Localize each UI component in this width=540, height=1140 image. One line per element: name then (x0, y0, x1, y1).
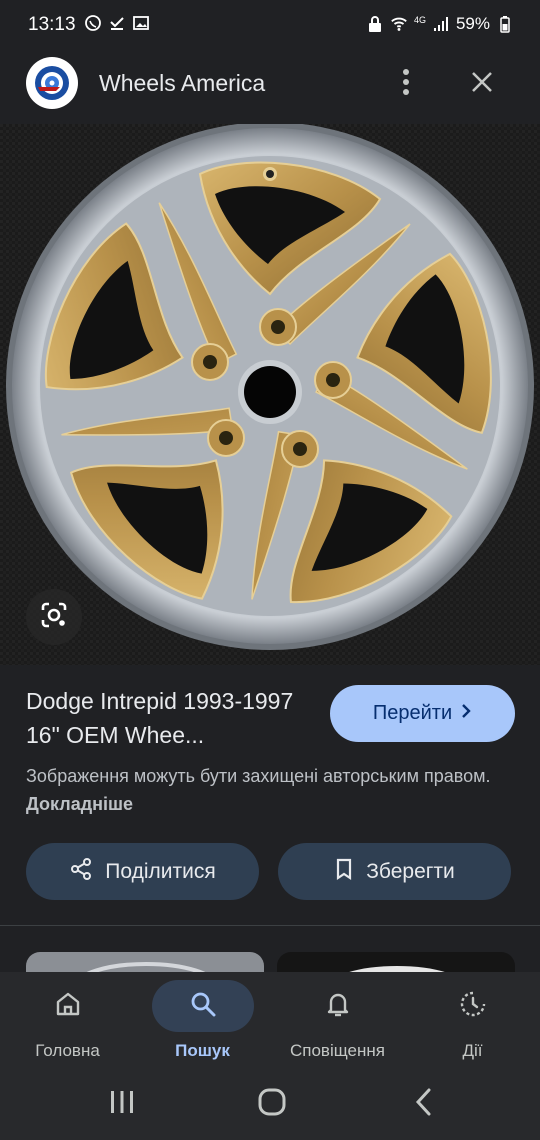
nav-item-activity[interactable]: Дії (405, 972, 540, 1070)
search-icon (188, 989, 218, 1024)
nav-item-search[interactable]: Пошук (135, 972, 270, 1070)
close-button[interactable] (462, 64, 502, 104)
system-navigation-bar (0, 1070, 540, 1140)
recent-apps-button[interactable] (92, 1084, 152, 1124)
recent-apps-icon (108, 1089, 136, 1120)
divider (0, 925, 540, 926)
source-header: Wheels America (0, 52, 540, 124)
save-button[interactable]: Зберегти (278, 843, 511, 900)
visit-button[interactable]: Перейти (330, 685, 515, 742)
share-button[interactable]: Поділитися (26, 843, 259, 900)
nav-label-activity: Дії (462, 1041, 483, 1060)
viber-icon (84, 14, 102, 32)
nav-item-home[interactable]: Головна (0, 972, 135, 1070)
more-vert-icon (402, 68, 410, 101)
close-icon (470, 70, 494, 99)
back-button[interactable] (394, 1084, 454, 1124)
bell-icon (323, 989, 353, 1024)
copyright-notice: Зображення можуть бути захищені авторськ… (26, 762, 516, 818)
home-icon (53, 989, 83, 1024)
share-label: Поділитися (105, 859, 216, 883)
network-type: 4G (413, 15, 426, 25)
download-done-icon (108, 14, 126, 32)
bookmark-icon (334, 857, 354, 887)
google-lens-button[interactable] (26, 589, 82, 645)
result-image[interactable] (0, 124, 540, 665)
status-time: 13:13 (28, 14, 76, 35)
chevron-right-icon (460, 702, 472, 725)
system-status-icons: 4G 59% (366, 14, 514, 34)
nav-item-notifications[interactable]: Сповіщення (270, 972, 405, 1070)
notification-icons (84, 14, 150, 32)
save-label: Зберегти (366, 859, 455, 883)
battery-percent: 59% (455, 14, 490, 33)
learn-more-link[interactable]: Докладніше (26, 794, 133, 814)
copyright-text: Зображення можуть бути захищені авторськ… (26, 766, 491, 786)
home-circle-icon (257, 1087, 287, 1122)
site-name[interactable]: Wheels America (99, 70, 265, 97)
nav-label-search: Пошук (175, 1041, 230, 1060)
activity-icon (458, 989, 488, 1024)
status-bar: 13:13 4G 59% (0, 0, 540, 52)
wifi-icon (390, 15, 408, 33)
visit-button-label: Перейти (372, 702, 453, 724)
nav-label-notifications: Сповіщення (290, 1041, 385, 1060)
google-lens-icon (39, 600, 69, 635)
more-options-button[interactable] (388, 64, 424, 104)
lock-icon (366, 15, 384, 33)
back-icon (414, 1087, 434, 1122)
wheels-america-logo[interactable] (26, 57, 78, 109)
bottom-navigation: Головна Пошук Сповіщення Дії (0, 972, 540, 1070)
result-title[interactable]: Dodge Intrepid 1993-1997 16" OEM Whee... (26, 684, 316, 752)
nav-label-home: Головна (35, 1041, 100, 1060)
signal-icon (432, 15, 450, 33)
home-system-button[interactable] (242, 1084, 302, 1124)
battery-icon (496, 15, 514, 33)
share-icon (69, 857, 93, 887)
gallery-icon (132, 14, 150, 32)
alloy-wheel-picture (0, 124, 540, 665)
